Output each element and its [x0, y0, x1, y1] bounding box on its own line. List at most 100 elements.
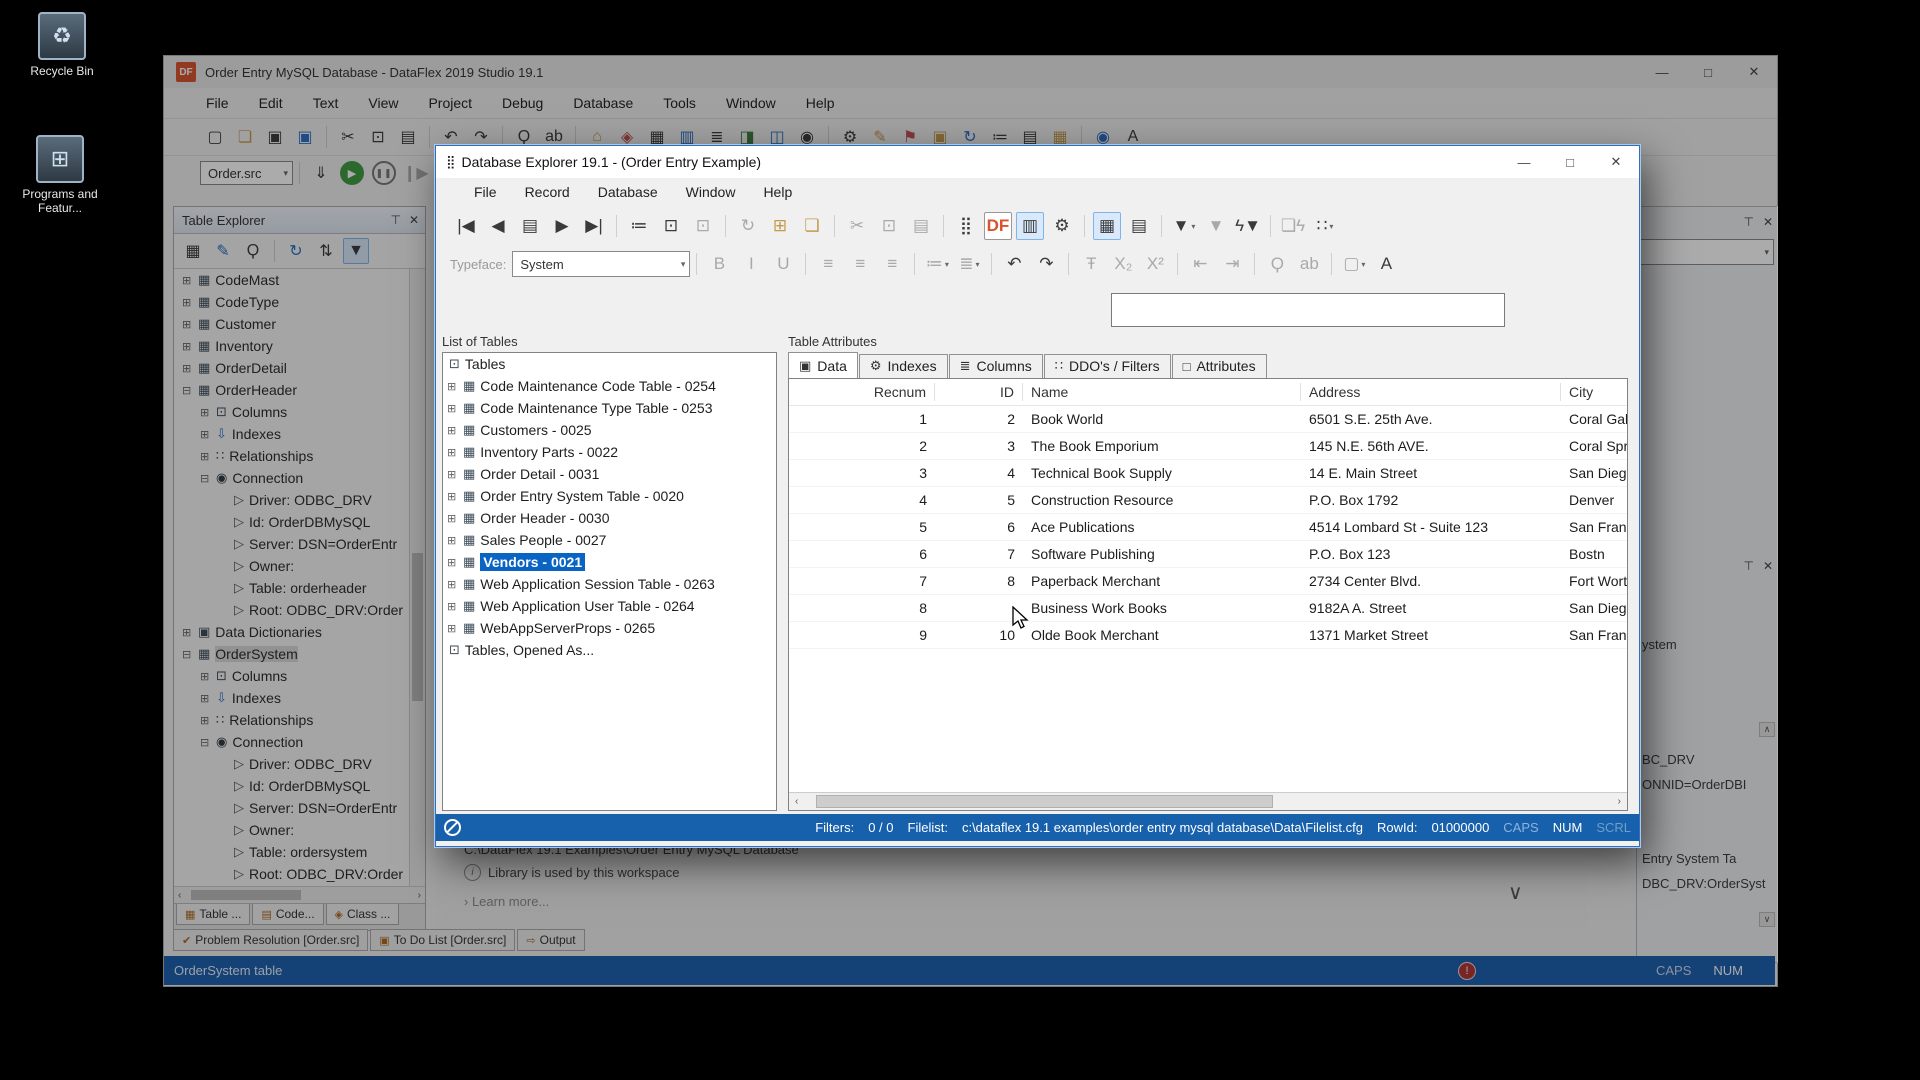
table-list-item[interactable]: ⊞ ▦ Vendors - 0021	[443, 551, 776, 573]
table-list-item[interactable]: ⊞ ▦ Sales People - 0027	[443, 529, 776, 551]
plus-expander-icon[interactable]: ⊞	[447, 512, 461, 525]
column-header-recnum[interactable]: Recnum	[789, 383, 935, 401]
tree-item[interactable]: ⊞ ⇩ Indexes	[174, 423, 425, 445]
minimize-icon[interactable]: —	[1639, 56, 1685, 88]
tree-item[interactable]: ▷ Driver: ODBC_DRV	[174, 489, 425, 511]
plus-expander-icon[interactable]: ⊞	[447, 556, 461, 569]
table-row[interactable]: 5 6 Ace Publications 4514 Lombard St - Suit…	[789, 514, 1627, 541]
plus-expander-icon[interactable]: ⊞	[182, 626, 195, 639]
order-tables-icon[interactable]: ⇅	[313, 238, 339, 264]
menu-item-window[interactable]: Window	[686, 184, 736, 200]
table-row[interactable]: 2 3 The Book Emporium 145 N.E. 56th AVE. Cor…	[789, 433, 1627, 460]
table-list-item[interactable]: ⊞ ▦ Web Application User Table - 0264	[443, 595, 776, 617]
plus-expander-icon[interactable]: ⊞	[200, 714, 213, 727]
align-center-icon[interactable]: ≡	[846, 250, 874, 278]
first-record-icon[interactable]: |◀	[452, 212, 480, 240]
new-table-icon[interactable]: ▦	[180, 238, 206, 264]
menu-item-file[interactable]: File	[206, 95, 229, 111]
tables-opened-as-item[interactable]: ⊡ Tables, Opened As...	[443, 639, 776, 661]
table-list-item[interactable]: ⊞ ▦ Order Header - 0030	[443, 507, 776, 529]
table-row[interactable]: 4 5 Construction Resource P.O. Box 1792 Denv…	[789, 487, 1627, 514]
tab-to-do-list-order-src-[interactable]: ▣ To Do List [Order.src]	[370, 929, 516, 951]
plus-expander-icon[interactable]: ⊞	[447, 490, 461, 503]
bullet-list-icon[interactable]: ≣	[955, 250, 983, 278]
tree-item[interactable]: ⊞ ▦ Customer	[174, 313, 425, 335]
table-list-item[interactable]: ⊞ ▦ Web Application Session Table - 0263	[443, 573, 776, 595]
form-view-icon[interactable]: ▤	[1125, 212, 1153, 240]
plus-expander-icon[interactable]: ⊞	[447, 424, 461, 437]
table-list-item[interactable]: ⊞ ▦ Order Detail - 0031	[443, 463, 776, 485]
tab-ddo-s-filters[interactable]: ∷ DDO's / Filters	[1043, 354, 1171, 378]
tab-columns[interactable]: ≣ Columns	[948, 354, 1043, 378]
font-icon[interactable]: A	[1372, 250, 1400, 278]
studio-titlebar[interactable]: DF Order Entry MySQL Database - DataFlex…	[164, 56, 1777, 88]
select-list-icon[interactable]: ≔	[625, 212, 653, 240]
tree-item[interactable]: ▷ Driver: ODBC_DRV	[174, 753, 425, 775]
export-table-icon[interactable]: ⊞	[766, 212, 794, 240]
tree-item[interactable]: ▷ Id: OrderDBMySQL	[174, 511, 425, 533]
dataflex-file-icon[interactable]: DF	[984, 212, 1012, 240]
table-row[interactable]: 8 Business Work Books 9182A A. Street San D…	[789, 595, 1627, 622]
tree-item[interactable]: ⊞ ▣ Data Dictionaries	[174, 621, 425, 643]
close-icon[interactable]: ✕	[1763, 215, 1773, 229]
table-list-item[interactable]: ⊞ ▦ Inventory Parts - 0022	[443, 441, 776, 463]
menu-item-window[interactable]: Window	[726, 95, 776, 111]
tree-item[interactable]: ▷ Id: OrderDBMySQL	[174, 775, 425, 797]
plus-expander-icon[interactable]: ⊞	[182, 340, 195, 353]
table-row[interactable]: 7 8 Paperback Merchant 2734 Center Blvd. For…	[789, 568, 1627, 595]
tab-table-[interactable]: ▦ Table ...	[176, 904, 251, 925]
tree-item[interactable]: ⊞ ⊡ Columns	[174, 401, 425, 423]
maximize-icon[interactable]: □	[1685, 56, 1731, 88]
tables-root-item[interactable]: ⊡ Tables	[443, 353, 776, 375]
superscript-icon[interactable]: X²	[1141, 250, 1169, 278]
typeface-selector[interactable]: System ▾	[512, 251, 691, 277]
table-list-item[interactable]: ⊞ ▦ Customers - 0025	[443, 419, 776, 441]
table-row[interactable]: 3 4 Technical Book Supply 14 E. Main Street…	[789, 460, 1627, 487]
tab-problem-resolution-order-src-[interactable]: ✔ Problem Resolution [Order.src]	[173, 929, 369, 951]
tree-item[interactable]: ⊞ ▦ OrderDetail	[174, 357, 425, 379]
grid-horizontal-scrollbar[interactable]: ‹ ›	[789, 792, 1627, 810]
plus-expander-icon[interactable]: ⊞	[182, 296, 195, 309]
open-table-folder-icon[interactable]: ❏	[798, 212, 826, 240]
plus-expander-icon[interactable]: ⊞	[447, 446, 461, 459]
menu-item-project[interactable]: Project	[428, 95, 472, 111]
filter-tables-icon[interactable]: ▼	[343, 238, 369, 264]
scroll-left-icon[interactable]: ‹	[174, 890, 185, 901]
table-list-item[interactable]: ⊞ ▦ Code Maintenance Code Table - 0254	[443, 375, 776, 397]
undo-icon[interactable]: ↶	[1000, 250, 1028, 278]
scroll-left-icon[interactable]: ‹	[789, 796, 804, 807]
tree-item[interactable]: ⊟ ◉ Connection	[174, 731, 425, 753]
indent-icon[interactable]: ⇥	[1218, 250, 1246, 278]
column-header-city[interactable]: City	[1561, 383, 1627, 401]
save-all-icon[interactable]: ▣	[292, 124, 318, 150]
grid-view-icon[interactable]: ▦	[1093, 212, 1121, 240]
subscript-icon[interactable]: X₂	[1109, 250, 1137, 278]
outdent-icon[interactable]: ⇤	[1186, 250, 1214, 278]
tree-item[interactable]: ⊞ ▦ Inventory	[174, 335, 425, 357]
paste-icon[interactable]: ▤	[395, 124, 421, 150]
plus-expander-icon[interactable]: ⊞	[182, 362, 195, 375]
menu-item-help[interactable]: Help	[763, 184, 792, 200]
run-query-icon[interactable]: ❏ϟ	[1279, 212, 1307, 240]
tree-item[interactable]: ⊟ ▦ OrderHeader	[174, 379, 425, 401]
next-record-icon[interactable]: ▶	[548, 212, 576, 240]
close-icon[interactable]: ✕	[409, 213, 419, 227]
plus-expander-icon[interactable]: ⊞	[447, 380, 461, 393]
table-row[interactable]: 6 7 Software Publishing P.O. Box 123 Bostn	[789, 541, 1627, 568]
scroll-down-icon[interactable]: ∨	[1759, 912, 1775, 927]
run-button[interactable]: ▶	[340, 161, 364, 185]
plus-expander-icon[interactable]: ⊞	[200, 428, 213, 441]
cut-icon[interactable]: ✂	[335, 124, 361, 150]
clear-filter-icon[interactable]: ϟ▼	[1234, 212, 1262, 240]
menu-item-file[interactable]: File	[474, 184, 497, 200]
scroll-up-icon[interactable]: ∧	[1759, 722, 1775, 737]
plus-expander-icon[interactable]: ⊞	[447, 578, 461, 591]
open-file-icon[interactable]: ❏	[232, 124, 258, 150]
tab-output[interactable]: ⇨ Output	[517, 929, 585, 951]
refresh-icon[interactable]: ↻	[734, 212, 762, 240]
dock-combo[interactable]: ▾	[1637, 239, 1774, 265]
pin-icon[interactable]: ⊤	[1743, 559, 1753, 573]
search-input[interactable]	[1111, 293, 1505, 327]
tree-item[interactable]: ▷ Root: ODBC_DRV:Order	[174, 599, 425, 621]
warning-icon[interactable]: !	[1457, 961, 1476, 980]
